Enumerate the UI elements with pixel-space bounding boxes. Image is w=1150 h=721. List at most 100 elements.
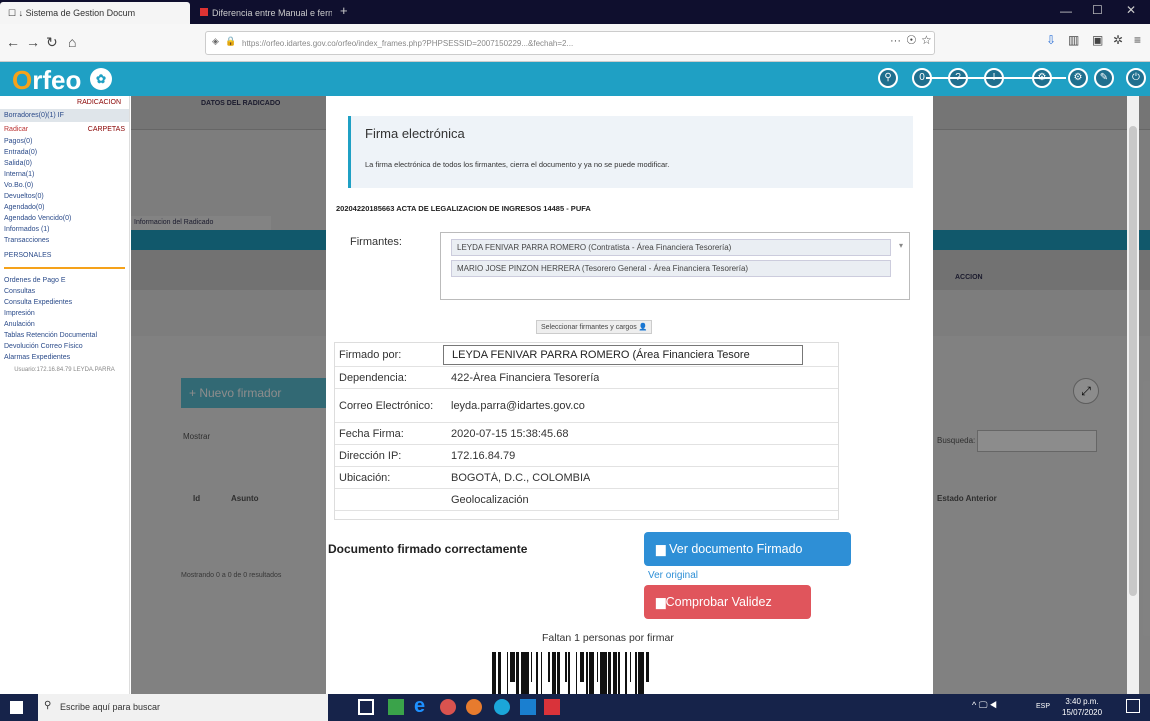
shield-icon[interactable]: ◈ (212, 36, 219, 47)
download-icon[interactable]: ⇩ (1046, 33, 1056, 47)
comprobar-validez-button[interactable]: ▆Comprobar Validez (644, 585, 811, 619)
sidebar-folder-item[interactable]: Salida(0) (0, 158, 129, 169)
firmantes-list: LEYDA FENIVAR PARRA ROMERO (Contratista … (445, 239, 905, 277)
barcode-bar (498, 652, 501, 694)
document-title: 20204220185663 ACTA DE LEGALIZACION DE I… (336, 204, 591, 213)
sidebar-icon[interactable]: ▣ (1092, 33, 1103, 47)
carpetas-link[interactable]: CARPETAS (88, 126, 125, 133)
sidebar-folder-item[interactable]: Agendado Vencido(0) (0, 213, 129, 224)
url-bar[interactable]: https://orfeo.idartes.gov.co/orfeo/index… (205, 31, 935, 55)
language-indicator[interactable]: ESP (1036, 703, 1050, 710)
sidebar-folder-item[interactable]: Vo.Bo.(0) (0, 180, 129, 191)
sidebar-folder-item[interactable]: Interna(1) (0, 169, 129, 180)
store-icon[interactable] (520, 699, 536, 715)
header-line (926, 77, 1066, 79)
library-icon[interactable]: ▥ (1068, 33, 1079, 47)
task-view-icon[interactable] (358, 699, 374, 715)
taskbar-search-box[interactable]: ⚲ Escribe aquí para buscar (38, 694, 328, 721)
sidebar-link[interactable]: Ordenes de Pago E (0, 275, 129, 286)
document-check-icon: ▆ (656, 595, 666, 609)
scrollbar-thumb[interactable] (1129, 126, 1137, 596)
maximize-button[interactable]: ☐ (1092, 3, 1103, 17)
sidebar-link[interactable]: Impresión (0, 308, 129, 319)
sidebar-link[interactable]: Consultas (0, 286, 129, 297)
browser-tab-diferencia[interactable]: Diferencia entre Manual e fern (192, 2, 332, 24)
sidebar-folder-item[interactable]: Devueltos(0) (0, 191, 129, 202)
extension-icon[interactable]: ✲ (1113, 33, 1123, 47)
logout-circle-icon[interactable]: ⏻ (1126, 68, 1146, 88)
forward-icon[interactable]: → (26, 34, 40, 50)
barcode-bar (568, 652, 570, 694)
sidebar-link[interactable]: Anulación (0, 319, 129, 330)
sidebar-item-personales[interactable]: PERSONALES (0, 250, 129, 261)
sidebar-link[interactable]: Alarmas Expedientes (0, 352, 129, 363)
more-icon[interactable]: ··· (890, 35, 901, 47)
reload-icon[interactable]: ↻ (46, 34, 58, 51)
barcode-bar (600, 652, 607, 694)
barcode-bar (618, 652, 620, 694)
modal-notice: La firma electrónica de todos los firman… (365, 160, 670, 169)
settings-circle-icon[interactable]: ⚙ (1068, 68, 1088, 88)
sidebar-user-info: Usuario:172.16.84.79 LEYDA.PARRA (14, 367, 115, 373)
select-firmantes-button[interactable]: Seleccionar firmantes y cargos 👤 (536, 320, 653, 334)
back-icon[interactable]: ← (6, 34, 20, 50)
clock[interactable]: 3:40 p.m. 15/07/2020 (1062, 696, 1102, 718)
menu-icon[interactable]: ≡ (1134, 33, 1141, 47)
field-value: leyda.parra@idartes.gov.co (451, 399, 585, 412)
sidebar-link-list: Ordenes de Pago E Consultas Consulta Exped… (0, 275, 129, 363)
sidebar-folder-item[interactable]: Informados (1) (0, 224, 129, 235)
sidebar-link[interactable]: Consulta Expedientes (0, 297, 129, 308)
chrome-icon[interactable] (494, 699, 510, 715)
notifications-icon[interactable] (1126, 699, 1140, 713)
sidebar-folder-item[interactable]: Entrada(0) (0, 147, 129, 158)
barcode-bar (492, 652, 496, 694)
barcode-bar (557, 652, 560, 694)
barcode-bar (608, 652, 611, 694)
barcode-bar (531, 652, 532, 682)
app-red-icon[interactable] (440, 699, 456, 715)
sidebar-folder-item[interactable]: Agendado(0) (0, 202, 129, 213)
sidebar-item-borradores[interactable]: Borradores(0)(1) IF (0, 109, 129, 122)
firmante-tag[interactable]: LEYDA FENIVAR PARRA ROMERO (Contratista … (451, 239, 891, 256)
barcode-bar (507, 652, 508, 694)
close-window-button[interactable]: ✕ (1126, 3, 1136, 17)
firmantes-label: Firmantes: (350, 236, 402, 248)
barcode-bar (638, 652, 644, 694)
orfeo-logo: Orfeo (12, 65, 82, 95)
tab2-title: Diferencia entre Manual e fern (212, 8, 332, 18)
minimize-button[interactable]: — (1060, 4, 1072, 18)
sidebar-folder-item[interactable]: Pagos(0) (0, 136, 129, 147)
search-circle-icon[interactable]: ⚲ (878, 68, 898, 88)
edge-icon[interactable]: e (414, 695, 425, 718)
spreadsheet-app-icon[interactable] (388, 699, 404, 715)
barcode-image (492, 652, 774, 694)
firmantes-select[interactable]: LEYDA FENIVAR PARRA ROMERO (Contratista … (440, 232, 910, 300)
sidebar-divider (4, 267, 125, 269)
radicar-link[interactable]: Radicar (4, 126, 28, 133)
barcode-bar (552, 652, 556, 694)
browser-tab-orfeo[interactable]: ☐ ↓ Sistema de Gestion Docum (0, 2, 190, 24)
barcode-bar (510, 652, 515, 682)
page-scrollbar[interactable] (1127, 96, 1139, 694)
firmante-tag[interactable]: MARIO JOSE PINZON HERRERA (Tesorero Gene… (451, 260, 891, 277)
barcode-bar (580, 652, 584, 682)
sidebar-link[interactable]: Devolución Correo Físico (0, 341, 129, 352)
edit-circle-icon[interactable]: ✎ (1094, 68, 1114, 88)
home-icon[interactable]: ⌂ (68, 34, 76, 50)
field-label: Correo Electrónico: (339, 399, 434, 412)
firmado-por-select[interactable]: LEYDA FENIVAR PARRA ROMERO (Área Financi… (443, 344, 803, 365)
pdf-app-icon[interactable] (544, 699, 560, 715)
app-header: Orfeo ✿ ⚲ 0 ? ! ⚙ ⚙ ✎ ⏻ (0, 62, 1150, 96)
sidebar-folder-item[interactable]: Transacciones (0, 235, 129, 246)
windows-start-icon[interactable] (10, 701, 23, 714)
ver-documento-firmado-button[interactable]: ▆ Ver documento Firmado (644, 532, 851, 566)
pocket-icon[interactable]: ☉ (906, 33, 917, 47)
ver-original-link[interactable]: Ver original (648, 570, 698, 581)
lock-icon[interactable]: 🔒 (225, 36, 236, 47)
system-tray-icons[interactable]: ^ 🖵 ◀ (972, 700, 997, 711)
new-tab-button[interactable]: + (340, 3, 348, 18)
user-plus-icon: 👤 (638, 324, 648, 331)
bookmark-star-icon[interactable]: ☆ (921, 33, 932, 47)
sidebar-link[interactable]: Tablas Retención Documental (0, 330, 129, 341)
firefox-icon[interactable] (466, 699, 482, 715)
